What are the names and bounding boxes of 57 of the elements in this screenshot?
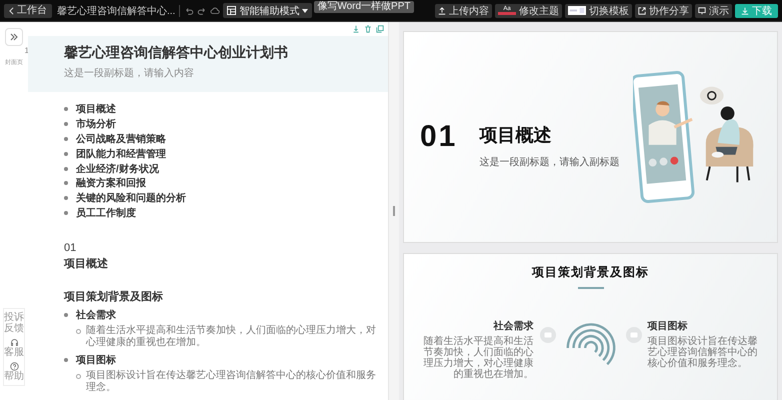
page-number: 1 (24, 46, 29, 55)
slide-number: 01 (420, 120, 458, 154)
chevron-left-icon (9, 6, 14, 14)
chat-icon (626, 327, 642, 343)
document-heading: 馨艺心理咨询信解答中心创业计划书 (64, 44, 289, 62)
outline-item: 企业经济/财务状况 (76, 162, 159, 176)
mode-dropdown[interactable]: 智能辅助模式 (223, 3, 312, 18)
bullet-text: 项目图标设计旨在传达馨艺心理咨询信解答中心的核心价值和服务理念。 (86, 370, 377, 394)
back-button[interactable]: 工作台 (4, 4, 52, 18)
chat-icon (540, 327, 556, 343)
slide-title: 项目策划背景及图标 (532, 264, 649, 281)
outline-item: 市场分析 (76, 117, 116, 132)
help-icon[interactable] (10, 362, 18, 371)
chapter-title: 项目概述 (64, 256, 109, 272)
point-title: 项目图标 (648, 320, 688, 333)
outline-item: 关键的风险和问题的分析 (76, 192, 186, 206)
layout-icon (227, 6, 236, 15)
outline-item: 公司战略及营销策略 (76, 132, 166, 146)
upload-icon (438, 6, 446, 14)
point-text: 项目图标设计旨在传达馨艺心理咨询信解答中心的核心价值和服务理念。 (648, 336, 758, 369)
present-button[interactable]: 演示 (695, 4, 732, 18)
undo-icon[interactable] (184, 6, 194, 16)
bullet-text: 随着生活水平提高和生活节奏加快，人们面临的心理压力增大，对心理健康的重视也在增加。 (86, 325, 377, 350)
template-button[interactable]: 切换模板 (565, 4, 632, 18)
slide-subtitle: 这是一段副标题，请输入副标题 (479, 156, 620, 169)
redo-icon[interactable] (197, 6, 208, 16)
bullet-heading: 社会需求 (76, 308, 116, 322)
template-thumbnail-icon (568, 6, 586, 15)
slide-title: 项目概述 (479, 124, 552, 147)
download-icon (741, 6, 749, 14)
download-icon[interactable] (352, 25, 360, 33)
double-chevron-icon (9, 32, 19, 42)
slide-thumbnail[interactable]: 项目策划背景及图标 社会需求 随着生活水平提高和生活节奏加快，人们面临的心理压力增大，对心理健康的重视也在增加。 项目图标 项目图标设计旨在传达馨艺心理咨询信解答中心的核心价值和服务理念。 (403, 253, 778, 400)
outline-item: 项目概述 (76, 102, 116, 116)
tooltip: 像写Word一样做PPT (314, 1, 414, 13)
share-icon (638, 6, 646, 14)
outline-item: 员工工作制度 (76, 206, 136, 220)
share-button[interactable]: 协作分享 (635, 4, 692, 18)
trash-icon[interactable] (364, 25, 372, 33)
caret-icon (302, 8, 308, 12)
expand-button[interactable] (5, 28, 23, 46)
outline-item: 融资方案和回报 (76, 176, 146, 190)
outline-item: 团队能力和经营管理 (76, 148, 166, 161)
point-title: 社会需求 (492, 320, 534, 333)
upload-button[interactable]: 上传内容 (435, 4, 492, 18)
copy-icon[interactable] (376, 25, 384, 33)
slide-thumbnail[interactable]: 01 项目概述 这是一段副标题，请输入副标题 (403, 31, 778, 243)
headset-icon[interactable] (10, 338, 18, 347)
cloud-icon[interactable] (210, 6, 220, 16)
bullet-heading: 项目图标 (76, 354, 116, 368)
chapter-number: 01 (64, 242, 78, 254)
document-title: 馨艺心理咨询信解答中心... (57, 4, 176, 18)
subtitle: 这是一段副标题，请输入内容 (64, 66, 195, 80)
section-heading: 项目策划背景及图标 (64, 290, 164, 304)
screen-icon (698, 6, 706, 14)
resize-handle[interactable] (393, 206, 395, 216)
point-text: 随着生活水平提高和生活节奏加快，人们面临的心理压力增大，对心理健康的重视也在增加。 (422, 336, 534, 380)
